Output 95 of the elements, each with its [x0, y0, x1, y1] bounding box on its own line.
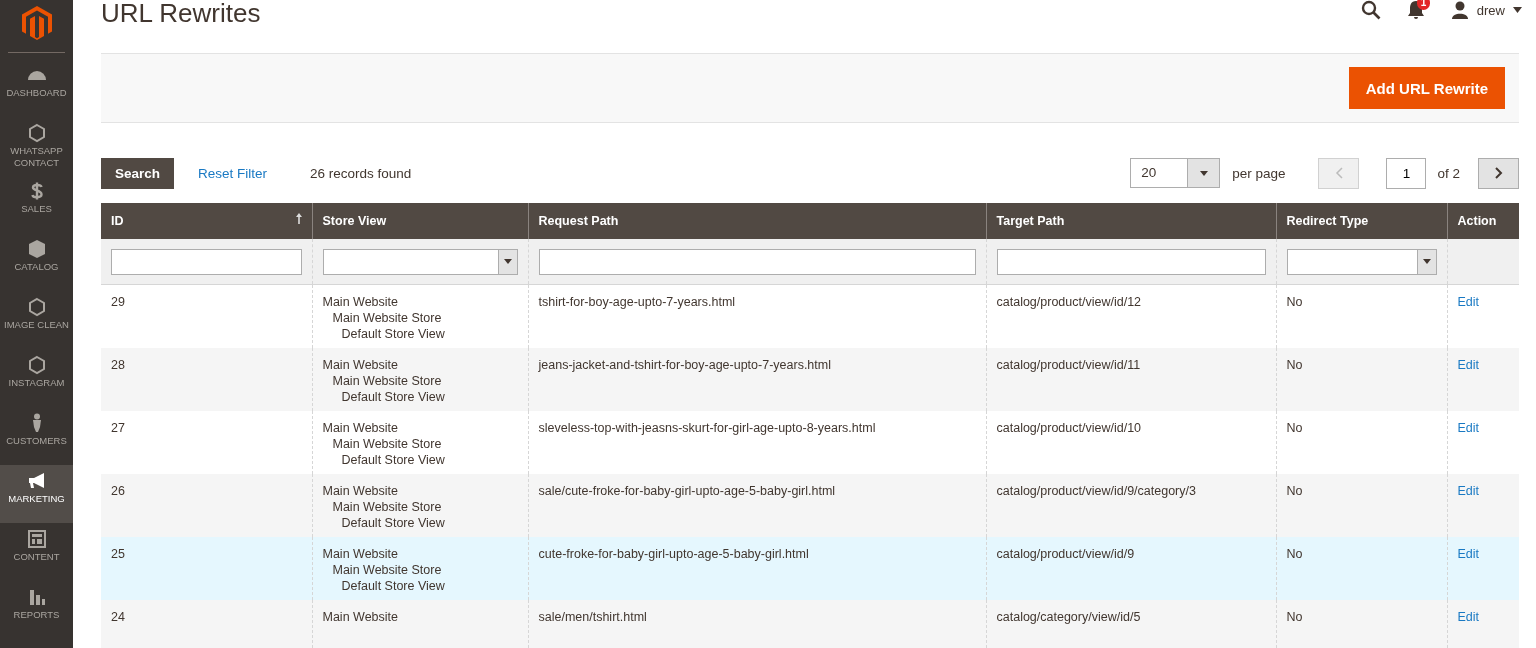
table-cell: catalog/product/view/id/12 [996, 295, 1142, 309]
store-view-name: Default Store View [340, 577, 446, 594]
store-name: Main Website Store [331, 310, 443, 326]
chevron-left-icon [1334, 167, 1343, 179]
table-cell: 28 [111, 357, 125, 372]
sidebar-item[interactable]: REPORTS [0, 581, 73, 639]
redirect-type-filter-select[interactable] [1286, 248, 1437, 275]
table-cell: 27 [111, 420, 125, 435]
sidebar-item[interactable]: CONTENT [0, 523, 73, 581]
table-cell: No [1286, 546, 1303, 561]
target-path-filter-field[interactable] [996, 248, 1266, 275]
box-icon [26, 239, 47, 259]
add-url-rewrite-button[interactable]: Add URL Rewrite [1348, 67, 1505, 109]
hexagon-icon [26, 355, 47, 375]
table-cell: No [1286, 483, 1303, 498]
sidebar-item[interactable]: IMAGE CLEAN [0, 291, 73, 349]
next-page-button[interactable] [1478, 157, 1519, 189]
search-icon[interactable] [1360, 0, 1381, 20]
column-header[interactable]: Request Path [528, 203, 986, 239]
megaphone-icon [26, 471, 47, 491]
table-cell: catalog/category/view/id/5 [996, 609, 1141, 624]
records-count: 26 records found [310, 165, 412, 181]
sidebar-item[interactable]: MARKETING [0, 465, 73, 523]
page-title: URL Rewrites [101, 0, 261, 28]
layout-icon [26, 529, 47, 549]
sidebar-item[interactable]: SALES [0, 175, 73, 233]
table-cell: sale/cute-froke-for-baby-girl-upto-age-5-baby-girl.html [538, 483, 836, 498]
id-filter-field[interactable] [111, 248, 302, 275]
store-view-name: Default Store View [340, 451, 446, 468]
website-name: Main Website [322, 545, 399, 562]
previous-page-button[interactable] [1318, 157, 1360, 189]
per-page-select[interactable]: 20 [1130, 158, 1221, 188]
page-number-field[interactable]: 1 [1386, 157, 1427, 189]
table-cell: jeans-jacket-and-tshirt-for-boy-age-upto-7-years.html [538, 357, 831, 372]
logo-icon[interactable] [21, 6, 52, 40]
table-cell: sale/men/tshirt.html [538, 609, 647, 624]
chevron-right-icon [1494, 167, 1503, 179]
caret-icon [1199, 170, 1208, 176]
search-button[interactable]: Search [101, 157, 175, 189]
user-menu[interactable]: drew [1450, 1, 1522, 19]
table-cell: No [1286, 609, 1303, 624]
table-cell: sleveless-top-with-jeasns-skurt-for-girl-age-upto-8-years.html [538, 420, 876, 435]
caret-icon [1513, 7, 1522, 13]
store-view-name: Default Store View [340, 388, 446, 405]
per-page-label: per page [1232, 165, 1286, 181]
sidebar-item[interactable]: WHATSAPP CONTACT [0, 117, 73, 175]
table-cell: catalog/product/view/id/9/category/3 [996, 483, 1196, 498]
website-name: Main Website [322, 608, 399, 625]
caret-icon [503, 259, 512, 264]
column-header[interactable]: Action [1447, 203, 1519, 239]
notification-count: 1 [1416, 0, 1431, 10]
column-header[interactable]: Store View [312, 203, 528, 239]
hexagon-icon [26, 123, 47, 143]
table-cell: tshirt-for-boy-age-upto-7-years.html [538, 295, 736, 309]
website-name: Main Website [322, 482, 399, 499]
store-view-filter-select[interactable] [322, 248, 518, 275]
sidebar-item[interactable]: DASHBOARD [0, 59, 73, 117]
website-name: Main Website [322, 419, 399, 436]
store-view-name: Default Store View [340, 514, 446, 531]
website-name: Main Website [322, 356, 399, 373]
column-header[interactable]: Redirect Type [1276, 203, 1447, 239]
store-name: Main Website Store [331, 372, 443, 389]
column-header[interactable]: Target Path [986, 203, 1276, 239]
website-name: Main Website [322, 294, 399, 310]
table-cell: catalog/product/view/id/11 [996, 357, 1141, 372]
hexagon-icon [26, 297, 47, 317]
caret-icon [1422, 259, 1431, 264]
store-view-name: Default Store View [340, 326, 446, 342]
page-total: of 2 [1437, 165, 1460, 181]
table-cell: 29 [111, 295, 125, 309]
sidebar-item[interactable]: CUSTOMERS [0, 407, 73, 465]
edit-link[interactable]: Edit [1457, 483, 1480, 498]
table-cell: 24 [111, 609, 125, 624]
store-name: Main Website Store [331, 435, 443, 452]
table-cell: No [1286, 357, 1303, 372]
sidebar-item[interactable]: INSTAGRAM [0, 349, 73, 407]
edit-link[interactable]: Edit [1457, 295, 1480, 309]
table-cell: 26 [111, 483, 125, 498]
table-cell: catalog/product/view/id/9 [996, 546, 1135, 561]
edit-link[interactable]: Edit [1457, 546, 1480, 561]
table-cell: No [1286, 420, 1303, 435]
store-name: Main Website Store [331, 498, 443, 515]
reset-filter-link[interactable]: Reset Filter [198, 165, 268, 181]
edit-link[interactable]: Edit [1457, 420, 1480, 435]
store-name: Main Website Store [331, 561, 443, 578]
request-path-filter-field[interactable] [538, 248, 976, 275]
table-cell: No [1286, 295, 1303, 309]
sidebar-item[interactable]: CATALOG [0, 233, 73, 291]
column-header[interactable]: ID [101, 203, 312, 239]
table-cell: cute-froke-for-baby-girl-upto-age-5-baby-girl.html [538, 546, 809, 561]
table-cell: catalog/product/view/id/10 [996, 420, 1142, 435]
edit-link[interactable]: Edit [1457, 357, 1480, 372]
table-cell: 25 [111, 546, 125, 561]
user-icon [1450, 1, 1469, 19]
edit-link[interactable]: Edit [1457, 609, 1480, 624]
